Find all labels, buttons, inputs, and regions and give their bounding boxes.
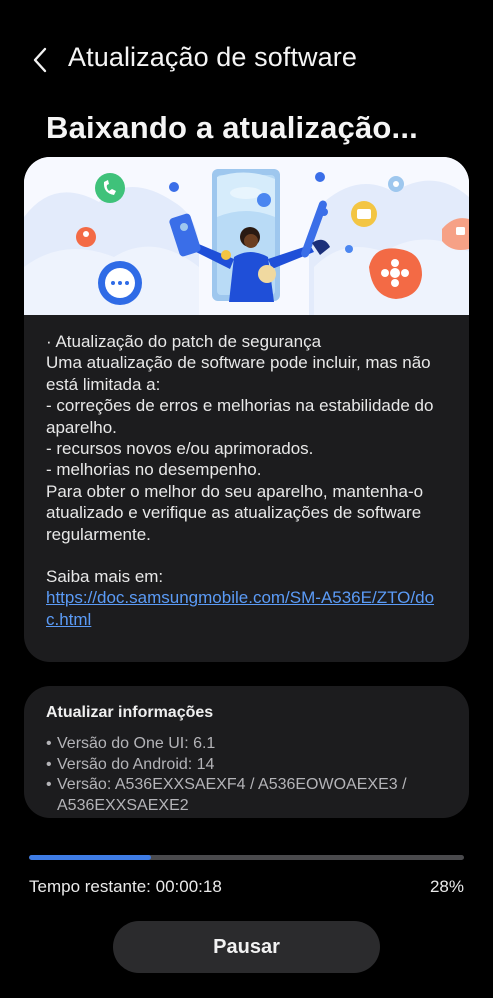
update-info-list: • Versão do One UI: 6.1 • Versão do Andr… xyxy=(46,734,456,816)
release-note-line: Para obter o melhor do seu aparelho, man… xyxy=(46,481,424,544)
bullet-icon: • xyxy=(46,755,52,773)
download-progress-fill xyxy=(29,855,151,860)
bullet-icon: • xyxy=(46,735,52,752)
list-item: • Versão do One UI: 6.1 xyxy=(46,734,456,755)
app-header: Atualização de software xyxy=(0,34,493,86)
learn-more-label: Saiba mais em: xyxy=(46,567,164,587)
release-note-line: - melhorias no desempenho. xyxy=(46,460,262,480)
update-info-title: Atualizar informações xyxy=(46,704,214,721)
update-info-card: Atualizar informações • Versão do One UI… xyxy=(24,686,469,818)
release-note-line: Uma atualização de software pode incluir… xyxy=(46,353,431,394)
update-illustration xyxy=(24,157,469,315)
chevron-left-icon xyxy=(33,47,47,73)
download-progress-bar xyxy=(29,855,464,860)
android-version: Versão do Android: 14 xyxy=(57,755,215,773)
release-note-line: - recursos novos e/ou aprimorados. xyxy=(46,439,314,459)
back-button[interactable] xyxy=(22,40,58,80)
release-note-line: - correções de erros e melhorias na esta… xyxy=(46,396,434,437)
documentation-link[interactable]: https://doc.samsungmobile.com/SM-A536E/Z… xyxy=(46,588,434,628)
page-title: Atualização de software xyxy=(68,42,357,72)
bullet-icon: • xyxy=(46,776,52,793)
list-item: • Versão: A536EXXSAEXF4 / A536EOWOAEXE3 … xyxy=(46,775,456,816)
one-ui-version: Versão do One UI: 6.1 xyxy=(57,735,216,752)
pause-button[interactable]: Pausar xyxy=(113,921,380,973)
release-notes: · Atualização do patch de segurança Uma … xyxy=(24,315,469,630)
release-note-line: · Atualização do patch de segurança xyxy=(46,332,322,351)
list-item: • Versão do Android: 14 xyxy=(46,755,456,776)
release-notes-card: · Atualização do patch de segurança Uma … xyxy=(24,157,469,662)
time-remaining: Tempo restante: 00:00:18 xyxy=(29,877,222,896)
build-version: Versão: A536EXXSAEXF4 / A536EOWOAEXE3 / … xyxy=(57,776,407,814)
progress-percent: 28% xyxy=(429,877,464,896)
download-status-title: Baixando a atualização... xyxy=(46,110,418,145)
